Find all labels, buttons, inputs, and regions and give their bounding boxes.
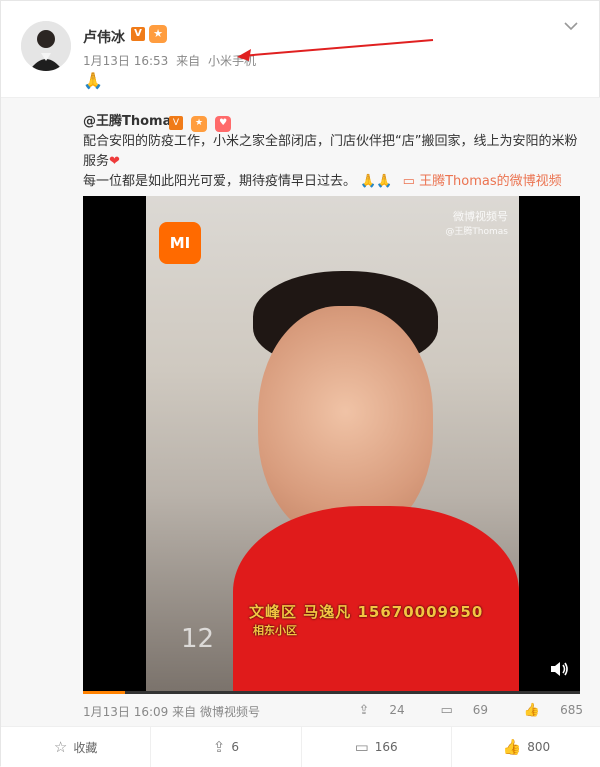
video-progress-fill — [83, 691, 126, 694]
repost-date[interactable]: 1月13日 16:09 — [83, 705, 168, 719]
repost-text-2: 每一位都是如此阳光可爱，期待疫情早日过去。 — [83, 174, 357, 189]
comment-icon: ▭ — [440, 703, 453, 718]
repost-share-count: 24 — [389, 703, 405, 717]
repost-count: 6 — [231, 740, 239, 754]
repost-comment-count: 69 — [472, 703, 489, 717]
repost-button[interactable]: ⇪ 6 — [151, 727, 302, 767]
share-icon: ⇪ — [212, 738, 226, 756]
medal-badge-icon: ★ — [149, 25, 167, 43]
post-text: 🙏 — [83, 71, 103, 90]
repost-text: 配合安阳的防疫工作，小米之家全部闭店，门店伙伴把“店”搬回家，线上为安阳的米粉服… — [83, 132, 583, 172]
like-button[interactable]: 👍 800 — [452, 727, 600, 767]
thumbs-up-icon: 👍 — [523, 703, 541, 718]
repost-badges: V ★ ♥ — [169, 110, 234, 132]
repost-like-count: 685 — [560, 703, 583, 717]
like-count: 800 — [527, 740, 551, 754]
favorite-label: 收藏 — [73, 740, 98, 755]
post-source-prefix: 来自 — [176, 54, 201, 68]
mi-logo: MI — [159, 222, 201, 264]
repost-meta: 1月13日 16:09 来自 微博视频号 — [83, 703, 260, 720]
video-link-text[interactable]: 王腾Thomas的微博视频 — [419, 174, 562, 189]
repost-stats: ⇪ 24 ▭ 69 👍 685 — [326, 703, 583, 718]
repost-comment-stat[interactable]: ▭ 69 — [425, 703, 489, 718]
video-link-icon: ▭ — [402, 174, 415, 189]
comment-icon: ▭ — [354, 738, 369, 756]
repost-author-link[interactable]: @王腾Thomas — [83, 110, 179, 129]
repost-text-1: 配合安阳的防疫工作，小米之家全部闭店，门店伙伴把“店”搬回家，线上为安阳的米粉服… — [83, 134, 578, 169]
repost-text-line2: 每一位都是如此阳光可爱，期待疫情早日过去。 🙏🙏 ▭ 王腾Thomas的微博视频 — [83, 172, 583, 192]
video-caption-sub: 相东小区 — [253, 624, 297, 637]
video-player[interactable]: MI 微博视频号 @王腾Thomas 12 文峰区 马逸凡 1567000995… — [83, 196, 580, 694]
video-corner-number: 12 — [181, 624, 215, 654]
medal-badge-icon: ★ — [191, 116, 208, 132]
pray-emoji: 🙏🙏 — [360, 174, 393, 189]
comment-button[interactable]: ▭ 166 — [302, 727, 452, 767]
author-name[interactable]: 卢伟冰 — [83, 27, 125, 47]
action-bar: ☆ 收藏 ⇪ 6 ▭ 166 👍 800 — [1, 727, 600, 767]
comment-count: 166 — [374, 740, 398, 754]
favorite-button[interactable]: ☆ 收藏 — [1, 727, 152, 767]
post-meta: 1月13日 16:53 来自 小米手机 — [83, 52, 260, 69]
repost-source[interactable]: 微博视频号 — [200, 705, 260, 719]
share-icon: ⇪ — [358, 703, 370, 718]
volume-icon[interactable] — [550, 661, 570, 682]
thumbs-up-icon: 👍 — [502, 738, 522, 756]
weibo-post-card: 卢伟冰 V ★ 1月13日 16:53 来自 小米手机 🙏 @王腾Thomas … — [0, 0, 600, 767]
star-icon: ☆ — [53, 738, 68, 756]
post-date[interactable]: 1月13日 16:53 — [83, 54, 168, 68]
video-progress-track[interactable] — [83, 691, 580, 694]
author-avatar[interactable] — [21, 21, 71, 71]
watermark-title: 微博视频号 — [453, 210, 508, 223]
reposted-content: @王腾Thomas V ★ ♥ 配合安阳的防疫工作，小米之家全部闭店，门店伙伴把… — [1, 97, 600, 727]
fan-badge-icon: ♥ — [215, 116, 232, 132]
video-watermark: 微博视频号 @王腾Thomas — [445, 208, 508, 237]
repost-like-stat[interactable]: 👍 685 — [508, 703, 583, 718]
heart-icon: ❤ — [109, 154, 120, 169]
video-caption-main: 文峰区 马逸凡 15670009950 — [249, 603, 484, 621]
repost-source-prefix: 来自 — [172, 705, 197, 719]
watermark-sub: @王腾Thomas — [445, 227, 508, 237]
video-link[interactable]: ▭ 王腾Thomas的微博视频 — [403, 174, 562, 189]
annotation-arrow-icon — [237, 39, 434, 61]
repost-share-stat[interactable]: ⇪ 24 — [342, 703, 405, 718]
verified-badge-icon: V — [169, 116, 183, 130]
verified-badge: V — [131, 27, 145, 41]
video-person-hoodie — [233, 506, 519, 694]
chevron-down-icon[interactable] — [561, 19, 581, 39]
